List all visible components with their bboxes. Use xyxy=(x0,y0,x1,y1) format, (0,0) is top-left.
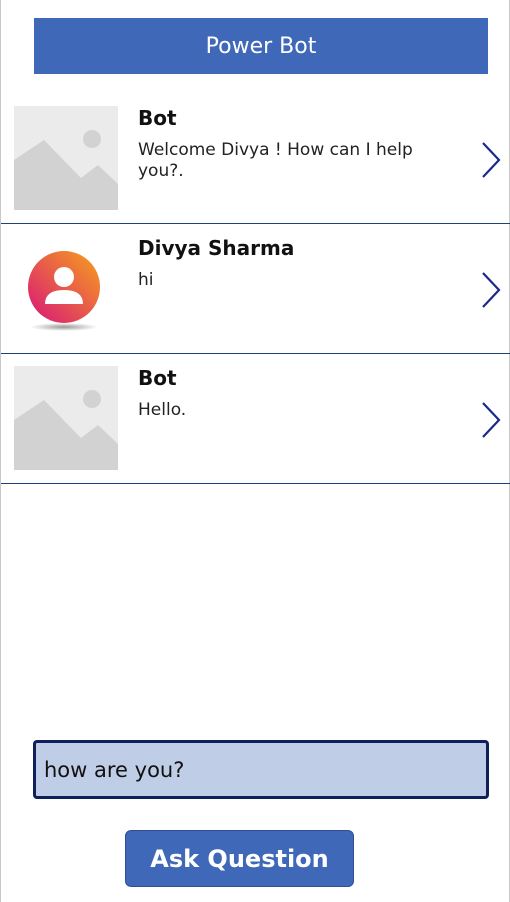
message-gallery: Bot Welcome Divya ! How can I help you?. xyxy=(1,94,510,484)
chevron-right-icon[interactable] xyxy=(478,270,504,310)
message-text: hi xyxy=(138,270,154,290)
chevron-right-icon[interactable] xyxy=(478,400,504,440)
chevron-right-icon[interactable] xyxy=(478,140,504,180)
message-text: Welcome Divya ! How can I help you?. xyxy=(138,140,413,181)
placeholder-image-icon xyxy=(14,366,118,470)
ask-question-button[interactable]: Ask Question xyxy=(125,830,354,887)
question-input[interactable] xyxy=(33,740,489,799)
app-title: Power Bot xyxy=(205,33,317,59)
user-avatar-icon xyxy=(28,251,100,331)
message-sender: Divya Sharma xyxy=(138,236,295,260)
message-row[interactable]: Bot Hello. xyxy=(1,354,510,484)
message-row[interactable]: Divya Sharma hi xyxy=(1,224,510,354)
placeholder-image-icon xyxy=(14,106,118,210)
message-row[interactable]: Bot Welcome Divya ! How can I help you?. xyxy=(1,94,510,224)
message-sender: Bot xyxy=(138,106,177,130)
message-text: Hello. xyxy=(138,400,187,420)
app-header: Power Bot xyxy=(34,18,488,74)
message-sender: Bot xyxy=(138,366,177,390)
app-frame: Power Bot Bot Welcome Divya ! How can I … xyxy=(0,0,510,902)
